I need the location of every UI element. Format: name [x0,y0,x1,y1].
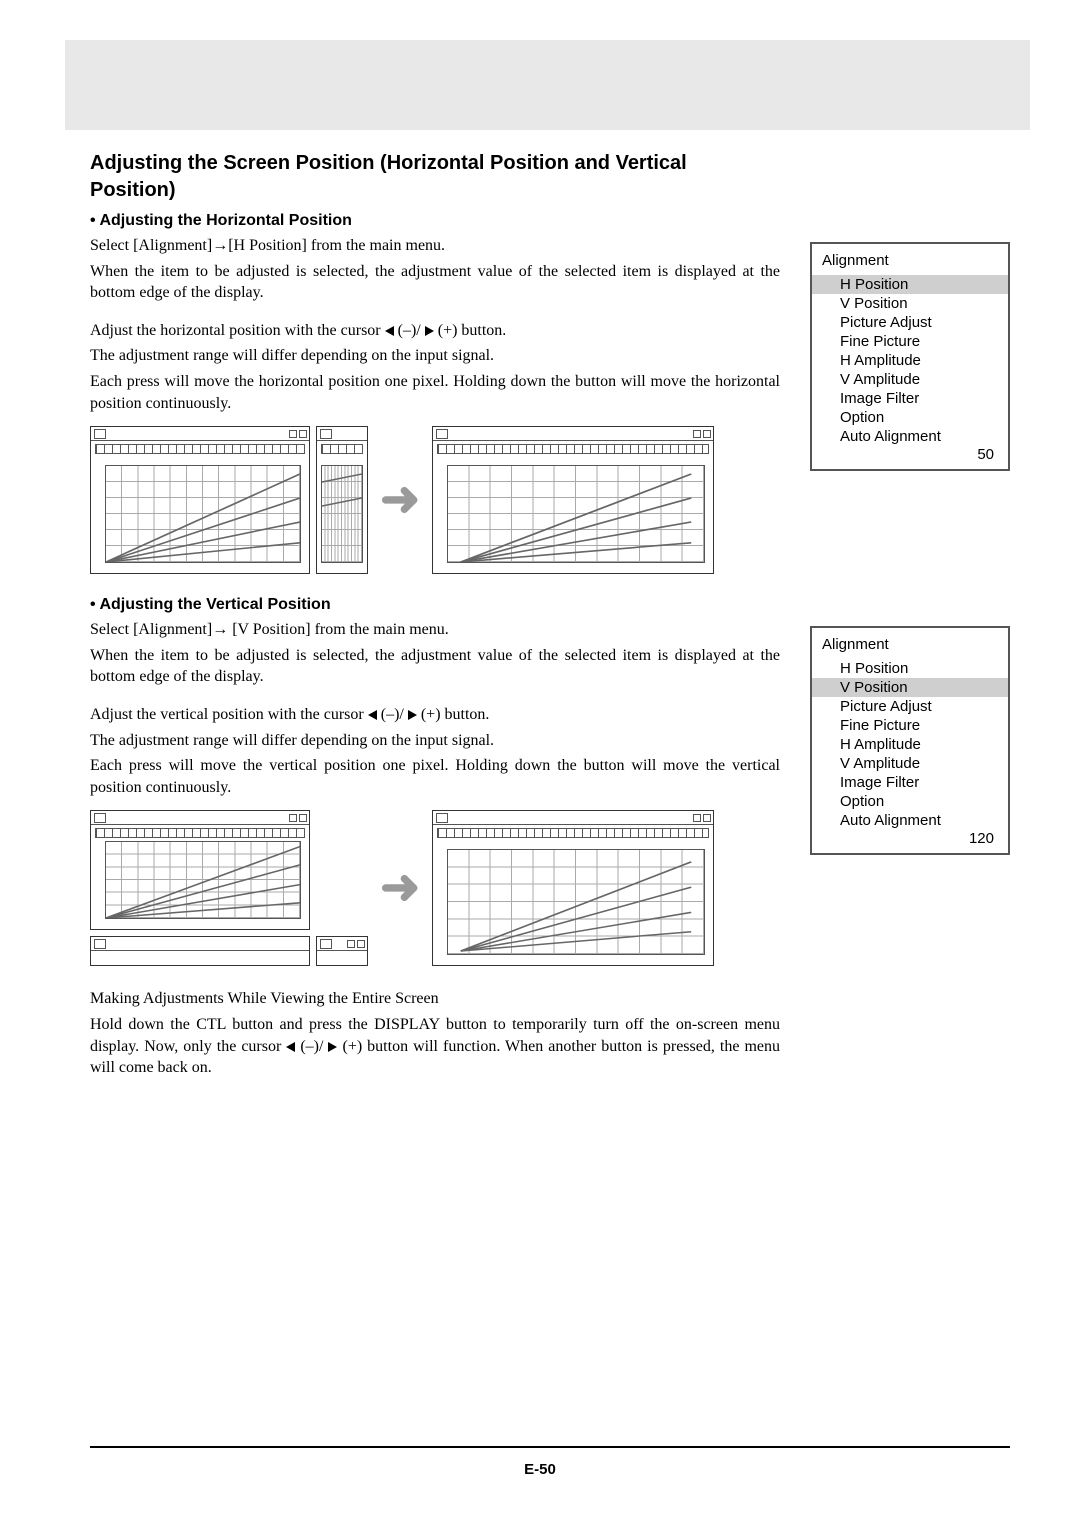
h-diagram: ➜ [90,426,780,574]
menu-item-image-filter[interactable]: Image Filter [812,773,1008,792]
menu-title: Alignment [812,250,1008,275]
section-heading: Adjusting the Screen Position (Horizonta… [90,150,750,204]
h-p2: When the item to be adjusted is selected… [90,261,780,304]
menu-item-auto-alignment[interactable]: Auto Alignment [812,427,1008,446]
menu-item-v-position[interactable]: V Position [812,294,1008,313]
page-number: E-50 [0,1461,1080,1478]
menu-item-image-filter[interactable]: Image Filter [812,389,1008,408]
right-triangle-icon [425,326,434,336]
h-after-window [432,426,714,574]
alignment-menu-h: Alignment H Position V Position Picture … [810,242,1010,471]
menu-list: H Position V Position Picture Adjust Fin… [812,659,1008,830]
menu-item-option[interactable]: Option [812,792,1008,811]
v-p5: Each press will move the vertical positi… [90,755,780,798]
h-subheading: • Adjusting the Horizontal Position [90,212,780,230]
arrow-right-icon: ➜ [380,864,420,912]
final-p2: Hold down the CTL button and press the D… [90,1014,780,1079]
left-triangle-icon [368,710,377,720]
v-diagram: ➜ [90,810,780,966]
menu-item-fine-picture[interactable]: Fine Picture [812,716,1008,735]
h-p3: Adjust the horizontal position with the … [90,320,780,342]
menu-list: H Position V Position Picture Adjust Fin… [812,275,1008,446]
header-band [65,40,1030,130]
v-p1: Select [Alignment]→ [V Position] from th… [90,619,780,641]
menu-item-option[interactable]: Option [812,408,1008,427]
v-p3: Adjust the vertical position with the cu… [90,704,780,726]
menu-item-auto-alignment[interactable]: Auto Alignment [812,811,1008,830]
h-p4: The adjustment range will differ dependi… [90,345,780,367]
footer-rule [90,1446,1010,1448]
menu-value: 50 [812,446,1008,465]
h-p5: Each press will move the horizontal posi… [90,371,780,414]
arrow-right-icon: ➜ [380,476,420,524]
v-before-main-window [90,810,310,930]
left-triangle-icon [286,1042,295,1052]
menu-item-h-position[interactable]: H Position [812,275,1008,294]
v-before-extra-window [90,936,310,966]
h-p1: Select [Alignment]→[H Position] from the… [90,235,780,257]
h-before-main-window [90,426,310,574]
menu-item-picture-adjust[interactable]: Picture Adjust [812,697,1008,716]
menu-value: 120 [812,830,1008,849]
right-triangle-icon [408,710,417,720]
menu-item-h-position[interactable]: H Position [812,659,1008,678]
menu-item-h-amplitude[interactable]: H Amplitude [812,735,1008,754]
menu-title: Alignment [812,634,1008,659]
alignment-menu-v: Alignment H Position V Position Picture … [810,626,1010,855]
left-triangle-icon [385,326,394,336]
menu-item-v-amplitude[interactable]: V Amplitude [812,370,1008,389]
menu-item-h-amplitude[interactable]: H Amplitude [812,351,1008,370]
v-before-extra-controls [316,936,368,966]
menu-item-v-position[interactable]: V Position [812,678,1008,697]
v-p4: The adjustment range will differ dependi… [90,730,780,752]
v-subheading: • Adjusting the Vertical Position [90,596,780,614]
h-before-extra-window [316,426,368,574]
menu-item-fine-picture[interactable]: Fine Picture [812,332,1008,351]
v-p2: When the item to be adjusted is selected… [90,645,780,688]
v-after-window [432,810,714,966]
menu-item-v-amplitude[interactable]: V Amplitude [812,754,1008,773]
menu-item-picture-adjust[interactable]: Picture Adjust [812,313,1008,332]
final-p1: Making Adjustments While Viewing the Ent… [90,988,780,1010]
